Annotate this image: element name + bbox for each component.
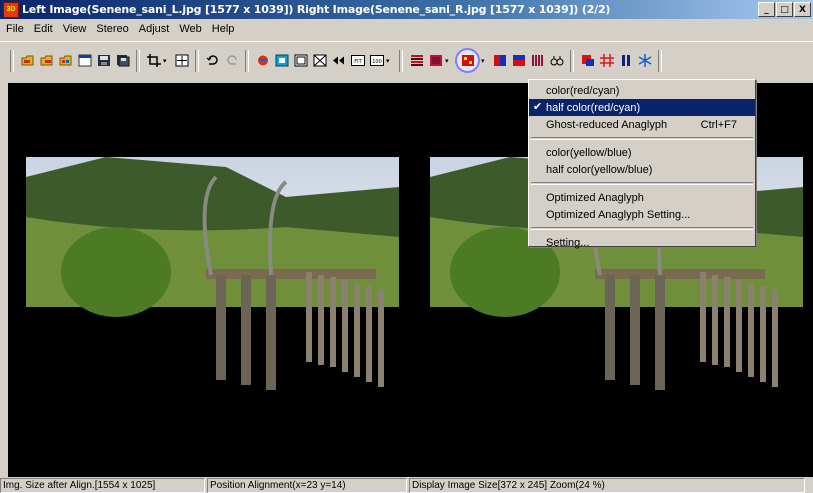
actual-size-icon[interactable]: 100	[368, 52, 385, 69]
open-left-image-icon[interactable]	[19, 52, 36, 69]
close-button[interactable]: X	[794, 2, 811, 17]
menu-item-half-color-red-cyan[interactable]: ✔ half color(red/cyan)	[529, 99, 755, 116]
menu-bar: File Edit View Stereo Adjust Web Help	[0, 19, 813, 39]
menu-adjust[interactable]: Adjust	[139, 23, 170, 35]
status-display-size: Display Image Size[372 x 245] Zoom(24 %)	[409, 478, 805, 493]
toolbar-separator	[10, 49, 14, 72]
toolbar-separator	[136, 49, 140, 72]
menu-view[interactable]: View	[63, 23, 87, 35]
toolbar-separator	[658, 49, 662, 72]
anaglyph-dropdown-arrow-icon[interactable]: ▾	[481, 57, 488, 65]
window-controls: _ □ X	[757, 2, 811, 17]
title-bar: 3D Left Image(Senene_sani_L.jpg [1577 x …	[0, 0, 813, 19]
menu-item-color-red-cyan[interactable]: color(red/cyan)	[529, 82, 755, 99]
check-icon: ✔	[533, 101, 543, 113]
save-stereo-icon[interactable]	[114, 52, 131, 69]
menu-separator	[531, 137, 753, 140]
menu-item-ghost-reduced-anaglyph[interactable]: Ghost-reduced Anaglyph Ctrl+F7	[529, 116, 755, 133]
anaglyph-icon[interactable]	[455, 48, 480, 73]
interlaced-icon[interactable]	[408, 52, 425, 69]
window-fit-icon[interactable]	[273, 52, 290, 69]
menu-web[interactable]: Web	[179, 23, 201, 35]
svg-text:FIT: FIT	[354, 59, 362, 65]
crop-icon[interactable]	[145, 52, 162, 69]
menu-separator	[531, 182, 753, 185]
status-bar: Img. Size after Align.[1554 x 1025] Posi…	[0, 478, 813, 493]
easy-adjustment-icon[interactable]	[173, 52, 190, 69]
save-icon[interactable]	[95, 52, 112, 69]
open-stereo-image-icon[interactable]	[57, 52, 74, 69]
window-title: Left Image(Senene_sani_L.jpg [1577 x 103…	[22, 3, 611, 16]
menu-file[interactable]: File	[6, 23, 24, 35]
shortcut-label: Ctrl+F7	[700, 118, 737, 131]
toolbar-separator	[570, 49, 574, 72]
swap-left-right-icon[interactable]	[330, 52, 347, 69]
auto-align-icon[interactable]	[254, 52, 271, 69]
snowflake-icon[interactable]	[636, 52, 653, 69]
menu-item-optimized-anaglyph[interactable]: Optimized Anaglyph	[529, 189, 755, 206]
cross-view-icon[interactable]	[311, 52, 328, 69]
menu-help[interactable]: Help	[212, 23, 235, 35]
pause-icon[interactable]	[617, 52, 634, 69]
above-below-icon[interactable]	[510, 52, 527, 69]
fit-size-icon[interactable]: FIT	[349, 52, 366, 69]
window-icon[interactable]	[76, 52, 93, 69]
toolbar: ▾ FIT 100 ▾ ▾ ▾	[0, 41, 813, 79]
minimize-button[interactable]: _	[758, 2, 775, 17]
open-right-image-icon[interactable]	[38, 52, 55, 69]
menu-separator	[531, 227, 753, 230]
red-blue-square-icon[interactable]	[579, 52, 596, 69]
maximize-button[interactable]: □	[776, 2, 793, 17]
left-image[interactable]	[26, 157, 399, 404]
menu-item-half-color-yellow-blue[interactable]: half color(yellow/blue)	[529, 161, 755, 178]
toolbar-separator	[195, 49, 199, 72]
toolbar-separator	[399, 49, 403, 72]
menu-item-setting[interactable]: Setting...	[529, 234, 755, 251]
app-logo-icon[interactable]: 3D	[3, 1, 19, 18]
status-align-size: Img. Size after Align.[1554 x 1025]	[0, 478, 205, 493]
toolbar-separator	[245, 49, 249, 72]
checkerboard-icon[interactable]	[427, 52, 444, 69]
full-screen-icon[interactable]	[292, 52, 309, 69]
grid-icon[interactable]	[598, 52, 615, 69]
undo-icon[interactable]	[204, 52, 221, 69]
shutter-glasses-icon[interactable]	[548, 52, 565, 69]
svg-text:100: 100	[372, 59, 382, 65]
redo-icon[interactable]	[223, 52, 240, 69]
stereo-dropdown-arrow-icon[interactable]: ▾	[445, 57, 452, 65]
menu-item-color-yellow-blue[interactable]: color(yellow/blue)	[529, 144, 755, 161]
crop-dropdown-arrow-icon[interactable]: ▾	[163, 57, 170, 65]
menu-stereo[interactable]: Stereo	[96, 23, 128, 35]
zoom-dropdown-arrow-icon[interactable]: ▾	[386, 57, 393, 65]
menu-item-optimized-anaglyph-setting[interactable]: Optimized Anaglyph Setting...	[529, 206, 755, 223]
anaglyph-dropdown-menu: color(red/cyan) ✔ half color(red/cyan) Gh…	[528, 79, 756, 249]
status-position-alignment: Position Alignment(x=23 y=14)	[207, 478, 407, 493]
vertical-interlace-icon[interactable]	[529, 52, 546, 69]
menu-edit[interactable]: Edit	[34, 23, 53, 35]
side-by-side-blue-icon[interactable]	[491, 52, 508, 69]
